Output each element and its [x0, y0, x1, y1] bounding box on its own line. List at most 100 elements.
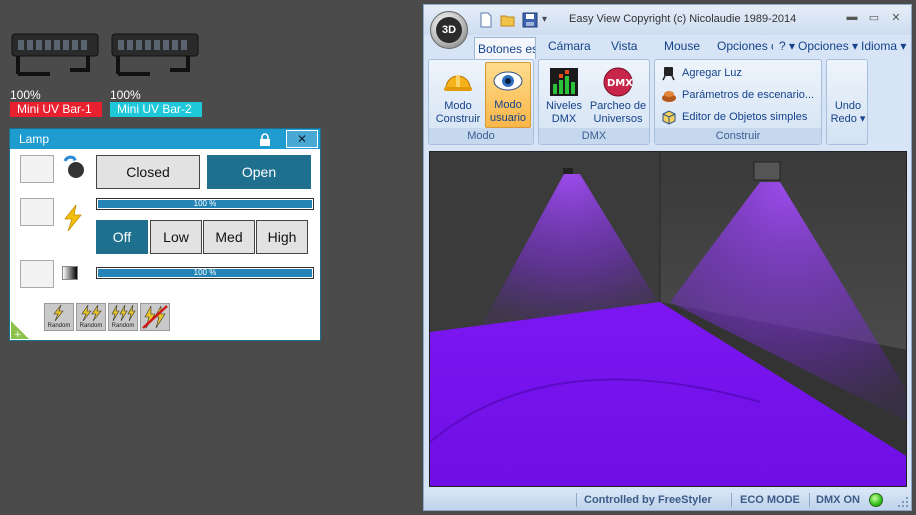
speed-high-button[interactable]: High: [256, 220, 308, 254]
shutter-preset-square[interactable]: [20, 155, 54, 183]
fixture-mini-uv-bar-2[interactable]: 100% Mini UV Bar-2: [110, 28, 202, 117]
strobe-off-icon: [142, 305, 168, 329]
tab-botones[interactable]: Botones es: [474, 37, 536, 59]
random-label: Random: [79, 323, 103, 329]
tab-opciones-menu[interactable]: Opciones ▾: [798, 39, 858, 53]
random-button-3[interactable]: Random: [108, 303, 138, 331]
lamp-panel-header: Lamp ✕: [10, 129, 320, 149]
tab-camara[interactable]: Cámara: [548, 39, 591, 53]
fixture-name: Mini UV Bar-2: [110, 102, 202, 117]
add-corner-icon[interactable]: +: [11, 319, 31, 340]
uv-bar-fixture-icon: [10, 28, 102, 84]
shutter-closed-button[interactable]: Closed: [96, 155, 200, 189]
tab-help[interactable]: ? ▾: [779, 39, 795, 53]
ribbon-tabs: Botones es Cámara Vista Mouse Opciones c…: [424, 35, 911, 59]
status-controlled: Controlled by FreeStyler: [584, 494, 712, 506]
agregar-luz-button[interactable]: Agregar Luz: [661, 64, 742, 82]
ribbon-group-label: Construir: [655, 128, 821, 144]
hard-hat-icon: [442, 66, 474, 98]
ribbon-group-modo: Modo Construir Modo usuario Modo: [428, 59, 534, 145]
lamp-panel: Lamp ✕ Closed Open 100 % Off Low Med Hig…: [9, 128, 321, 341]
svg-text:+: +: [14, 330, 22, 339]
random-button-1[interactable]: Random: [44, 303, 74, 331]
lightning-icon: [53, 304, 64, 322]
editor-objetos-label: Editor de Objetos simples: [682, 111, 808, 123]
strobe-level-bar[interactable]: 100 %: [96, 198, 314, 210]
spotlight-icon: [662, 67, 675, 81]
lightning-icon: [111, 304, 136, 322]
qat-menu-icon[interactable]: ▾: [542, 12, 558, 28]
tab-idioma[interactable]: Idioma ▾: [861, 39, 906, 53]
modo-construir-label: Modo Construir: [435, 100, 481, 125]
ribbon-group-label: DMX: [539, 128, 649, 144]
shutter-icon: [62, 155, 86, 179]
parametros-escenario-label: Parámetros de escenario...: [682, 89, 815, 101]
parametros-escenario-button[interactable]: Parámetros de escenario...: [661, 86, 814, 104]
fixture-name: Mini UV Bar-1: [10, 102, 102, 117]
modo-usuario-button[interactable]: Modo usuario: [485, 62, 531, 128]
new-file-icon[interactable]: [478, 12, 494, 28]
3d-scene: [430, 152, 906, 486]
dmx-icon: DMX: [602, 66, 634, 98]
object-editor-icon: [662, 110, 676, 125]
status-bar: Controlled by FreeStyler ECO MODE DMX ON: [424, 490, 911, 510]
status-separator: [809, 493, 810, 507]
speed-med-button[interactable]: Med: [203, 220, 255, 254]
fixture-mini-uv-bar-1[interactable]: 100% Mini UV Bar-1: [10, 28, 102, 117]
tab-vista[interactable]: Vista: [611, 39, 637, 53]
close-icon: ✕: [296, 132, 308, 146]
dimmer-preset-square[interactable]: [20, 260, 54, 288]
minimize-icon[interactable]: ▬: [844, 11, 860, 27]
niveles-dmx-button[interactable]: Niveles DMX: [543, 64, 585, 128]
status-dmx-on: DMX ON: [816, 494, 860, 506]
undo-redo-button[interactable]: Undo Redo ▾: [829, 100, 867, 130]
speed-off-button[interactable]: Off: [96, 220, 148, 254]
3d-viewport[interactable]: [429, 151, 907, 487]
status-separator: [576, 493, 577, 507]
dimmer-level-bar[interactable]: 100 %: [96, 267, 314, 279]
level-meter-icon: [548, 66, 580, 98]
eye-icon: [492, 65, 524, 97]
uv-bar-fixture-icon: [110, 28, 202, 84]
parcheo-universos-label: Parcheo de Universos: [589, 100, 647, 125]
close-button[interactable]: ✕: [286, 130, 318, 148]
open-folder-icon[interactable]: [500, 12, 516, 28]
lightning-icon: [62, 204, 84, 232]
window-title: Easy View Copyright (c) Nicolaudie 1989-…: [569, 13, 797, 25]
shutter-open-button[interactable]: Open: [207, 155, 311, 189]
lock-button[interactable]: [252, 130, 278, 148]
dmx-status-led-icon: [869, 493, 883, 507]
ribbon: Modo Construir Modo usuario Modo Niveles…: [428, 59, 909, 147]
save-icon[interactable]: [522, 12, 538, 28]
tab-mouse[interactable]: Mouse: [664, 39, 700, 53]
lock-icon: [260, 132, 270, 146]
ribbon-group-dmx: Niveles DMX DMX Parcheo de Universos DMX: [538, 59, 650, 145]
fixture-level: 100%: [110, 88, 141, 102]
status-separator: [731, 493, 732, 507]
strobe-off-button[interactable]: [140, 303, 170, 331]
maximize-icon[interactable]: ▭: [866, 11, 882, 27]
niveles-dmx-label: Niveles DMX: [545, 100, 583, 125]
strobe-level-fill: 100 %: [98, 200, 312, 208]
speed-low-button[interactable]: Low: [150, 220, 202, 254]
random-label: Random: [111, 323, 135, 329]
random-button-2[interactable]: Random: [76, 303, 106, 331]
editor-objetos-button[interactable]: Editor de Objetos simples: [661, 108, 807, 126]
window-titlebar: ▾ Easy View Copyright (c) Nicolaudie 198…: [424, 5, 911, 35]
resize-grip-icon[interactable]: [897, 496, 909, 508]
modo-usuario-label: Modo usuario: [489, 99, 527, 124]
ribbon-group-undo: Undo Redo ▾: [826, 59, 868, 145]
parcheo-universos-button[interactable]: DMX Parcheo de Universos: [587, 64, 649, 128]
close-window-icon[interactable]: ✕: [888, 11, 904, 27]
scene-params-icon: [662, 91, 676, 102]
lightning-icon: [81, 304, 102, 322]
dimmer-level-fill: 100 %: [98, 269, 312, 277]
random-label: Random: [47, 323, 71, 329]
status-eco-mode: ECO MODE: [740, 494, 800, 506]
ribbon-group-label: Modo: [429, 128, 533, 144]
agregar-luz-label: Agregar Luz: [682, 67, 742, 79]
easy-view-window: ▾ Easy View Copyright (c) Nicolaudie 198…: [423, 4, 912, 511]
strobe-preset-square[interactable]: [20, 198, 54, 226]
modo-construir-button[interactable]: Modo Construir: [433, 64, 483, 128]
tab-opciones-c[interactable]: Opciones c: [717, 39, 773, 53]
